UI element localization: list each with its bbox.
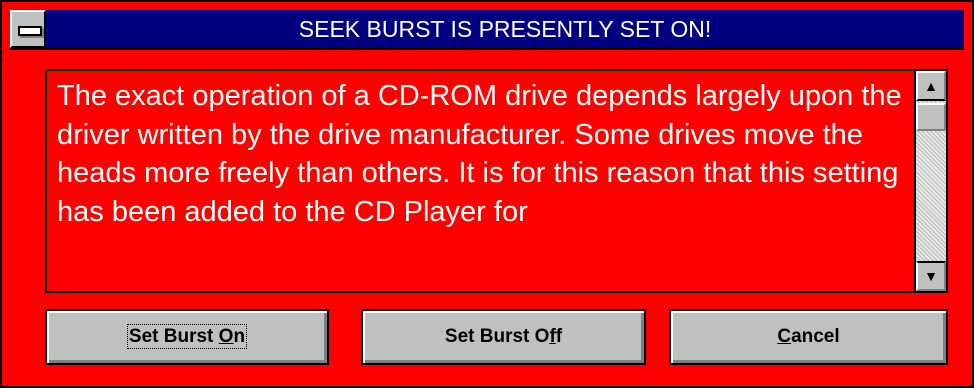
set-burst-on-label: Set Burst On: [126, 324, 248, 349]
scroll-up-arrow-icon[interactable]: ▲: [916, 71, 946, 101]
seek-burst-dialog: SEEK BURST IS PRESENTLY SET ON! The exac…: [0, 0, 974, 388]
scroll-down-arrow-icon[interactable]: ▼: [916, 261, 946, 291]
cancel-label: Cancel: [777, 326, 839, 347]
set-burst-on-mnemonic: O: [218, 326, 234, 347]
set-burst-off-label-after: f: [555, 326, 563, 347]
vertical-scrollbar[interactable]: ▲ ▼: [914, 71, 946, 291]
dialog-title: SEEK BURST IS PRESENTLY SET ON!: [298, 16, 712, 42]
set-burst-off-label-before: Set Burst O: [444, 326, 550, 347]
system-menu-bar: [18, 26, 42, 36]
message-textbox[interactable]: The exact operation of a CD-ROM drive de…: [45, 69, 948, 293]
title-bar[interactable]: SEEK BURST IS PRESENTLY SET ON!: [10, 10, 964, 50]
system-menu-icon[interactable]: [10, 10, 46, 48]
set-burst-on-button[interactable]: Set Burst On: [45, 309, 329, 365]
set-burst-off-button[interactable]: Set Burst Off: [361, 309, 646, 365]
cancel-button[interactable]: Cancel: [669, 309, 948, 365]
set-burst-off-label: Set Burst Off: [445, 326, 562, 347]
cancel-label-after: ancel: [791, 326, 840, 347]
set-burst-on-label-before: Set Burst: [128, 326, 219, 347]
scroll-thumb[interactable]: [916, 103, 946, 131]
set-burst-on-label-after: n: [233, 326, 246, 347]
message-text: The exact operation of a CD-ROM drive de…: [57, 80, 902, 228]
cancel-mnemonic: C: [777, 326, 792, 347]
